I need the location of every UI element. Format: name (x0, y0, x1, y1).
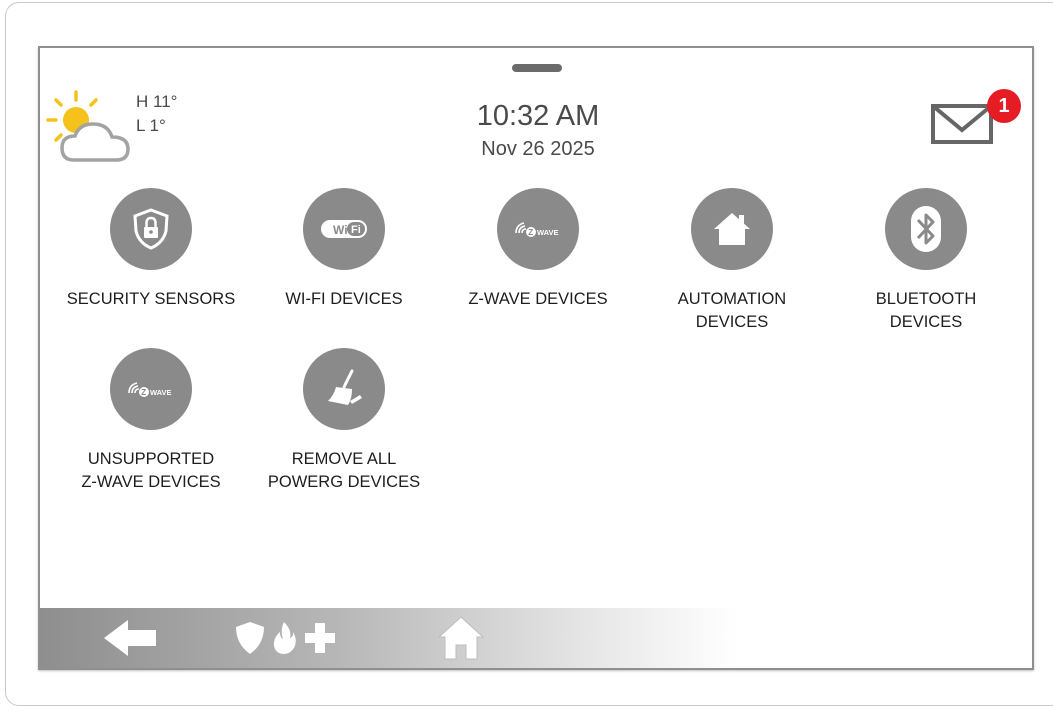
home-button[interactable] (436, 614, 486, 667)
svg-text:Z: Z (528, 228, 533, 237)
pull-down-handle[interactable] (512, 64, 562, 72)
back-arrow-icon (104, 620, 156, 656)
message-count-badge: 1 (987, 89, 1021, 123)
svg-text:WAVE: WAVE (150, 388, 172, 397)
svg-text:WAVE: WAVE (537, 228, 559, 237)
tile-automation-devices[interactable]: AUTOMATION DEVICES (637, 188, 827, 338)
back-button[interactable] (102, 618, 158, 663)
tile-icon-circle: Wi Fi (303, 188, 385, 270)
tile-label: WI-FI DEVICES (285, 290, 403, 308)
zwave-icon: Z WAVE (515, 222, 559, 237)
tile-label: UNSUPPORTED Z-WAVE DEVICES (81, 450, 221, 491)
tile-label: Z-WAVE DEVICES (468, 290, 608, 308)
tile-zwave-devices[interactable]: Z WAVE Z-WAVE DEVICES (443, 188, 633, 338)
svg-text:Z: Z (141, 388, 146, 397)
tile-icon-circle (691, 188, 773, 270)
tile-security-sensors[interactable]: SECURITY SENSORS (56, 188, 246, 338)
broom-icon (328, 369, 362, 405)
panel-screen: H 11° L 1° 10:32 AM Nov 26 2025 1 SECURI… (38, 46, 1034, 670)
tile-bluetooth-devices[interactable]: BLUETOOTH DEVICES (831, 188, 1021, 338)
bluetooth-icon (911, 206, 941, 252)
clock-date: Nov 26 2025 (481, 138, 595, 160)
svg-text:Fi: Fi (351, 224, 361, 236)
tile-icon-circle (110, 188, 192, 270)
bottom-navigation-bar (40, 608, 1032, 668)
fire-icon (273, 622, 296, 654)
shield-icon (236, 622, 264, 654)
clock-time: 10:32 AM (476, 100, 600, 132)
tile-label: AUTOMATION DEVICES (677, 290, 787, 331)
svg-text:Wi: Wi (333, 223, 348, 237)
tile-icon-circle (303, 348, 385, 430)
wifi-icon: Wi Fi (321, 220, 367, 238)
tile-remove-all-powerg-devices[interactable]: REMOVE ALL POWERG DEVICES (249, 348, 439, 498)
tile-unsupported-zwave-devices[interactable]: Z WAVE UNSUPPORTED Z-WAVE DEVICES (56, 348, 246, 498)
house-icon (714, 213, 750, 245)
shield-lock-icon (133, 208, 169, 250)
messages-button[interactable]: 1 (930, 88, 1021, 148)
tile-icon-circle: Z WAVE (497, 188, 579, 270)
tile-icon-circle: Z WAVE (110, 348, 192, 430)
tile-label: REMOVE ALL POWERG DEVICES (267, 450, 421, 491)
home-icon (437, 616, 485, 660)
tile-icon-circle (885, 188, 967, 270)
medical-cross-icon (305, 623, 335, 653)
tile-wifi-devices[interactable]: Wi Fi WI-FI DEVICES (249, 188, 439, 338)
tile-label: SECURITY SENSORS (66, 290, 236, 308)
zwave-icon: Z WAVE (128, 382, 172, 397)
tile-label: BLUETOOTH DEVICES (875, 290, 977, 331)
